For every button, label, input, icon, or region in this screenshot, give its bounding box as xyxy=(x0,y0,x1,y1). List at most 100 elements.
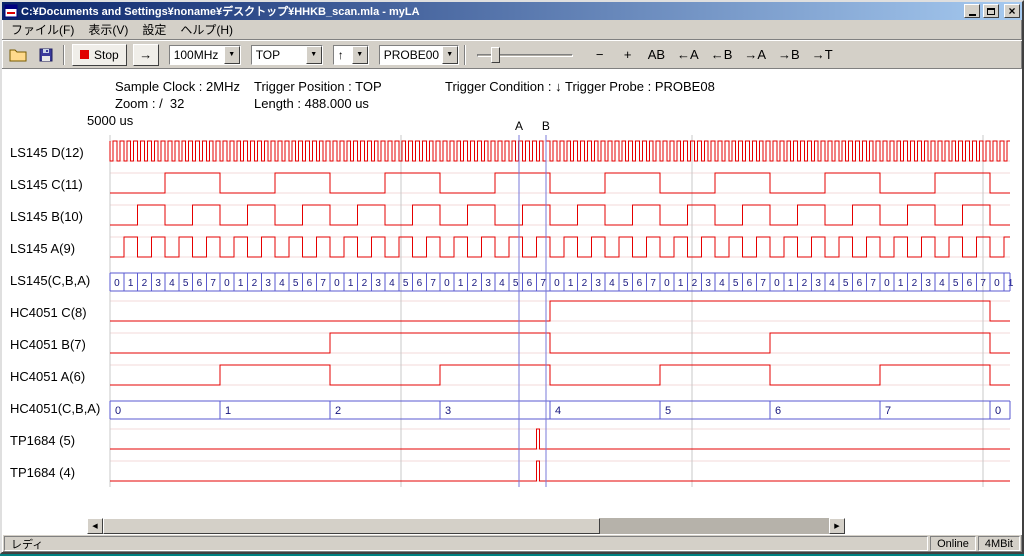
trigger-probe-select[interactable]: PROBE00 ▼ xyxy=(379,45,459,65)
svg-text:2: 2 xyxy=(692,278,698,289)
wave-hc4051-a-6 xyxy=(110,365,1010,385)
app-icon xyxy=(4,4,18,18)
trigger-position-select[interactable]: TOP ▼ xyxy=(251,45,323,65)
svg-text:2: 2 xyxy=(252,278,258,289)
slider-thumb[interactable] xyxy=(491,47,500,63)
svg-text:A: A xyxy=(515,119,523,133)
chevron-down-icon[interactable]: ▼ xyxy=(442,46,458,64)
svg-text:2: 2 xyxy=(582,278,588,289)
svg-text:4: 4 xyxy=(389,278,395,289)
svg-text:6: 6 xyxy=(307,278,313,289)
scrollbar-thumb[interactable] xyxy=(103,518,600,534)
stop-icon xyxy=(80,50,89,59)
menu-view[interactable]: 表示(V) xyxy=(81,19,135,40)
open-folder-icon xyxy=(9,48,27,62)
wave-hc4051-c-8 xyxy=(110,301,1010,321)
trigger-probe-value: PROBE00 xyxy=(380,46,442,64)
svg-text:1: 1 xyxy=(128,278,134,289)
menu-file[interactable]: ファイル(F) xyxy=(4,19,81,40)
wave-ls145-a-9 xyxy=(110,237,1010,257)
wave-ls145-c-11 xyxy=(110,173,1010,193)
wave-tp1684-5 xyxy=(110,429,1010,449)
goto-marker-b-left-button[interactable]: ←B xyxy=(708,45,736,65)
row-guides xyxy=(110,141,1010,481)
svg-text:7: 7 xyxy=(870,278,876,289)
svg-text:2: 2 xyxy=(802,278,808,289)
ab-span-button[interactable]: AB xyxy=(645,45,668,65)
svg-text:0: 0 xyxy=(995,405,1001,417)
chevron-down-icon[interactable]: ▼ xyxy=(352,46,368,64)
svg-text:6: 6 xyxy=(857,278,863,289)
status-bar: レディ Online 4MBit xyxy=(2,534,1022,552)
trigger-edge-select[interactable]: ↑ ▼ xyxy=(333,45,369,65)
svg-text:6: 6 xyxy=(775,405,781,417)
title-bar[interactable]: C:¥Documents and Settings¥noname¥デスクトップ¥… xyxy=(2,2,1022,20)
goto-marker-b-right-button[interactable]: →B xyxy=(775,45,803,65)
save-floppy-icon xyxy=(39,48,53,62)
toolbar-separator xyxy=(464,45,466,65)
maximize-icon xyxy=(987,8,995,15)
goto-marker-a-left-button[interactable]: ←A xyxy=(674,45,702,65)
svg-text:3: 3 xyxy=(815,278,821,289)
svg-text:3: 3 xyxy=(595,278,601,289)
goto-trigger-button[interactable]: →T xyxy=(809,45,836,65)
svg-text:7: 7 xyxy=(430,278,436,289)
svg-text:5: 5 xyxy=(953,278,959,289)
waveform-client: Sample Clock : 2MHz Trigger Position : T… xyxy=(2,68,1022,534)
menu-settings[interactable]: 設定 xyxy=(135,19,173,40)
svg-text:4: 4 xyxy=(499,278,505,289)
trigger-edge-value: ↑ xyxy=(334,46,352,64)
scroll-right-button[interactable]: ▶ xyxy=(829,518,845,534)
svg-text:3: 3 xyxy=(375,278,381,289)
wave-ls145-b-10 xyxy=(110,205,1010,225)
run-button[interactable]: → xyxy=(133,44,159,66)
chevron-down-icon[interactable]: ▼ xyxy=(306,46,322,64)
svg-text:7: 7 xyxy=(980,278,986,289)
tool-bar: Stop → 100MHz ▼ TOP ▼ ↑ ▼ PROBE00 ▼ − + … xyxy=(2,39,1022,68)
save-button[interactable] xyxy=(34,44,58,66)
wave-ls145-d-12 xyxy=(110,141,1010,161)
maximize-button[interactable] xyxy=(983,4,999,18)
svg-text:0: 0 xyxy=(334,278,340,289)
svg-text:6: 6 xyxy=(747,278,753,289)
svg-text:5: 5 xyxy=(403,278,409,289)
svg-text:2: 2 xyxy=(335,405,341,417)
svg-text:4: 4 xyxy=(829,278,835,289)
sample-clock-select[interactable]: 100MHz ▼ xyxy=(169,45,241,65)
zoom-slider[interactable] xyxy=(477,45,573,65)
svg-text:6: 6 xyxy=(417,278,423,289)
window-title: C:¥Documents and Settings¥noname¥デスクトップ¥… xyxy=(21,3,961,19)
svg-text:4: 4 xyxy=(939,278,945,289)
svg-text:7: 7 xyxy=(320,278,326,289)
scroll-right-icon: ▶ xyxy=(834,522,839,530)
svg-text:0: 0 xyxy=(884,278,890,289)
svg-text:0: 0 xyxy=(115,405,121,417)
close-button[interactable]: × xyxy=(1004,4,1020,18)
svg-text:2: 2 xyxy=(472,278,478,289)
chevron-down-icon[interactable]: ▼ xyxy=(224,46,240,64)
svg-text:0: 0 xyxy=(774,278,780,289)
cursor-markers[interactable]: AB xyxy=(515,119,550,487)
svg-text:1: 1 xyxy=(788,278,794,289)
app-window: C:¥Documents and Settings¥noname¥デスクトップ¥… xyxy=(0,0,1024,554)
horizontal-scrollbar[interactable]: ◀ ▶ xyxy=(87,518,845,534)
status-online: Online xyxy=(930,536,976,551)
svg-text:1: 1 xyxy=(568,278,574,289)
stop-button[interactable]: Stop xyxy=(72,44,127,66)
svg-text:5: 5 xyxy=(843,278,849,289)
minimize-button[interactable] xyxy=(964,4,980,18)
scroll-left-button[interactable]: ◀ xyxy=(87,518,103,534)
zoom-in-button[interactable]: + xyxy=(617,45,639,65)
sample-clock-value: 100MHz xyxy=(170,46,224,64)
menu-help[interactable]: ヘルプ(H) xyxy=(173,19,240,40)
svg-text:3: 3 xyxy=(155,278,161,289)
zoom-out-button[interactable]: − xyxy=(589,45,611,65)
wave-ls145-c-b-a: 0123456701234567012345670123456701234567… xyxy=(110,273,1014,291)
scrollbar-track[interactable] xyxy=(103,518,829,534)
goto-marker-a-right-button[interactable]: →A xyxy=(741,45,769,65)
svg-text:4: 4 xyxy=(609,278,615,289)
svg-text:0: 0 xyxy=(114,278,120,289)
svg-text:4: 4 xyxy=(279,278,285,289)
open-button[interactable] xyxy=(6,44,30,66)
svg-text:5: 5 xyxy=(293,278,299,289)
